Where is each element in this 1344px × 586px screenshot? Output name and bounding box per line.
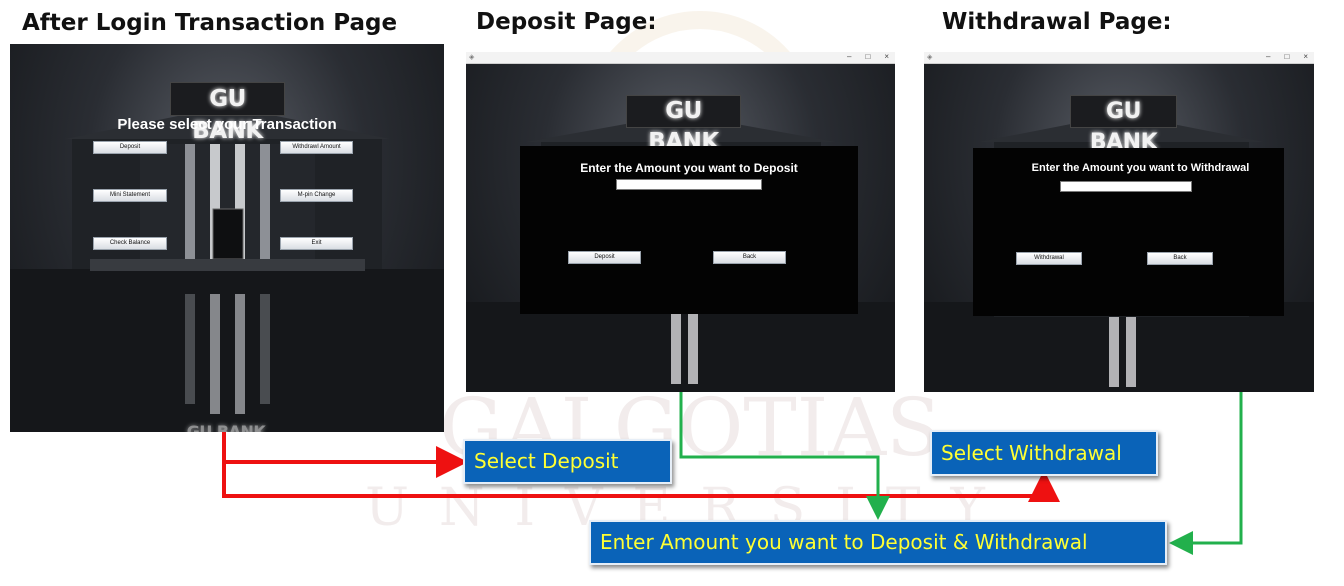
transaction-screen: GU BANK Please select your Transaction D… — [10, 44, 444, 432]
select-withdrawal-callout: Select Withdrawal — [930, 430, 1158, 476]
deposit-button[interactable]: Deposit — [93, 141, 167, 154]
transaction-prompt: Please select your Transaction — [117, 116, 337, 133]
deposit-amount-input[interactable] — [616, 179, 762, 190]
gu-bank-logo-reflection: GU BANK — [186, 422, 266, 432]
window-titlebar: ◈ – □ × — [466, 52, 895, 64]
withdrawal-button[interactable]: Withdrawal — [1016, 252, 1082, 265]
withdrawal-screen: ◈ – □ × GU BANK Enter the Amount you wan… — [924, 52, 1314, 392]
withdrawal-amount-input[interactable] — [1060, 181, 1192, 192]
green-arrow-from-withdrawal — [1169, 392, 1243, 555]
deposit-screen: ◈ – □ × GU BANK Enter the Amount you wan… — [466, 52, 895, 392]
withdrawal-form-panel: Enter the Amount you want to Withdrawal … — [973, 148, 1284, 316]
heading-withdrawal-page: Withdrawal Page: — [942, 9, 1172, 35]
minimize-icon[interactable]: – — [847, 52, 851, 62]
check-balance-button[interactable]: Check Balance — [93, 237, 167, 250]
red-arrow-to-deposit — [222, 432, 468, 478]
withdrawl-amount-button[interactable]: Withdrawl Amount — [280, 141, 353, 154]
select-deposit-callout: Select Deposit — [463, 439, 672, 484]
back-button[interactable]: Back — [1147, 252, 1213, 265]
heading-deposit-page: Deposit Page: — [476, 9, 657, 35]
mini-statement-button[interactable]: Mini Statement — [93, 189, 167, 202]
deposit-prompt: Enter the Amount you want to Deposit — [580, 161, 798, 175]
mpin-change-button[interactable]: M-pin Change — [280, 189, 353, 202]
maximize-icon[interactable]: □ — [1284, 52, 1289, 62]
java-app-icon: ◈ — [469, 54, 475, 61]
window-titlebar: ◈ – □ × — [924, 52, 1314, 64]
back-button[interactable]: Back — [713, 251, 786, 264]
maximize-icon[interactable]: □ — [865, 52, 870, 62]
heading-transaction-page: After Login Transaction Page — [22, 10, 398, 36]
gu-bank-logo: GU BANK — [626, 95, 741, 155]
gu-bank-logo: GU BANK — [1070, 95, 1177, 155]
enter-amount-callout: Enter Amount you want to Deposit & Withd… — [589, 520, 1167, 565]
withdrawal-prompt: Enter the Amount you want to Withdrawal — [1031, 162, 1250, 174]
deposit-form-panel: Enter the Amount you want to Deposit Dep… — [520, 146, 858, 314]
deposit-button[interactable]: Deposit — [568, 251, 641, 264]
java-app-icon: ◈ — [927, 54, 933, 61]
minimize-icon[interactable]: – — [1266, 52, 1270, 62]
close-icon[interactable]: × — [1303, 52, 1308, 62]
close-icon[interactable]: × — [884, 52, 889, 62]
exit-button[interactable]: Exit — [280, 237, 353, 250]
green-arrow-from-deposit — [679, 392, 890, 520]
gu-bank-logo: GU BANK — [170, 82, 285, 144]
